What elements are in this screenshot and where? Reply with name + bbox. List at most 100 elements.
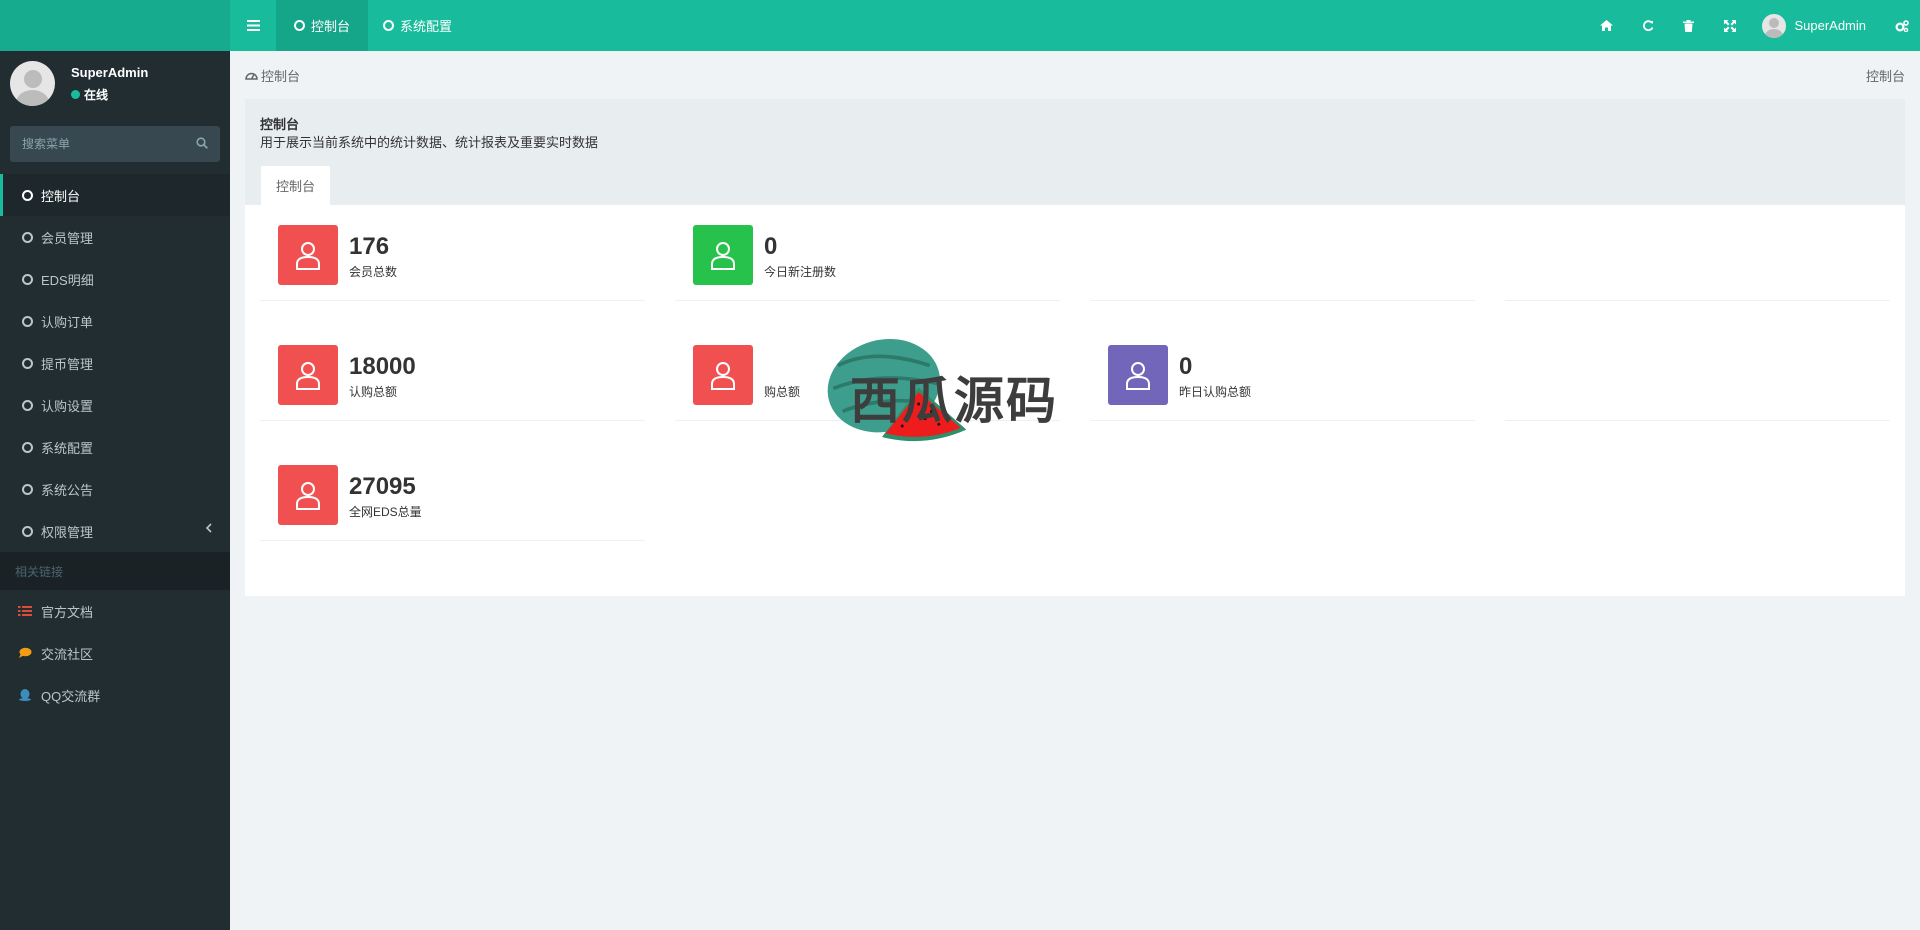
- sidebar-item-label: EDS明细: [41, 272, 94, 288]
- sidebar-item-label: 会员管理: [41, 230, 94, 246]
- user-icon: [1126, 362, 1150, 390]
- stat-icon-box: [278, 465, 338, 525]
- sidebar-link-label: QQ交流群: [41, 688, 101, 704]
- sidebar-link-docs[interactable]: 官方文档: [0, 590, 230, 632]
- stat-icon-box: [278, 345, 338, 405]
- stat-card: 0 昨日认购总额: [1090, 325, 1475, 421]
- circle-icon: [22, 525, 33, 537]
- circle-icon: [22, 231, 33, 243]
- search-input[interactable]: [10, 126, 185, 162]
- circle-icon: [294, 20, 305, 31]
- circle-icon: [22, 357, 33, 369]
- stat-icon-box: [278, 225, 338, 285]
- top-navbar: 控制台 系统配置 SuperAdmin: [0, 0, 1920, 51]
- avatar: [10, 61, 55, 106]
- sidebar-link-label: 官方文档: [41, 604, 94, 620]
- breadcrumb: 控制台: [245, 66, 300, 85]
- stat-value: 0: [1179, 353, 1193, 380]
- list-icon: [18, 606, 32, 616]
- circle-icon: [22, 399, 33, 411]
- dashboard-icon: [245, 72, 258, 80]
- panel-tab-dashboard[interactable]: 控制台: [261, 165, 330, 205]
- stat-card-empty: [1505, 325, 1890, 421]
- fullscreen-button[interactable]: [1709, 0, 1750, 51]
- user-icon: [296, 362, 320, 390]
- circle-icon: [22, 315, 33, 327]
- user-icon: [296, 482, 320, 510]
- sidebar-item-system-config[interactable]: 系统配置: [0, 426, 230, 468]
- hamburger-icon: [246, 20, 260, 31]
- sidebar-item-announcements[interactable]: 系统公告: [0, 468, 230, 510]
- stat-icon-box: [693, 225, 753, 285]
- stat-label: 昨日认购总额: [1179, 385, 1252, 399]
- home-button[interactable]: [1586, 0, 1627, 51]
- status-badge: 在线: [71, 86, 108, 103]
- stat-label: 今日新注册数: [764, 265, 837, 279]
- sidebar-item-label: 提币管理: [41, 356, 94, 372]
- menu-header: 相关链接: [0, 552, 230, 590]
- tab-label: 控制台: [311, 19, 351, 34]
- watermark-text: 西瓜源码: [850, 372, 1058, 430]
- sidebar-item-members[interactable]: 会员管理: [0, 216, 230, 258]
- user-menu[interactable]: SuperAdmin: [1750, 0, 1884, 51]
- online-dot-icon: [71, 90, 80, 99]
- stat-label: 会员总数: [349, 265, 398, 279]
- main-content: 控制台 控制台 控制台 用于展示当前系统中的统计数据、统计报表及重要实时数据 控…: [230, 51, 1920, 930]
- sidebar-item-label: 系统配置: [41, 440, 94, 456]
- sidebar-item-orders[interactable]: 认购订单: [0, 300, 230, 342]
- chevron-left-icon: [205, 523, 212, 533]
- stat-value: 18000: [349, 353, 416, 380]
- tab-system-config[interactable]: 系统配置: [365, 0, 470, 51]
- user-name: SuperAdmin: [1794, 18, 1866, 33]
- user-icon: [711, 242, 735, 270]
- panel-description: 用于展示当前系统中的统计数据、统计报表及重要实时数据: [260, 135, 599, 150]
- circle-icon: [22, 483, 33, 495]
- user-name: SuperAdmin: [71, 65, 149, 80]
- gears-icon: [1895, 19, 1909, 32]
- circle-icon: [22, 273, 33, 285]
- circle-icon: [383, 20, 394, 31]
- stat-label: 认购总额: [349, 385, 398, 399]
- stat-value: 176: [349, 233, 390, 260]
- circle-icon: [22, 441, 33, 453]
- comment-icon: [19, 647, 32, 658]
- stat-card-empty: [1090, 205, 1475, 301]
- sidebar-item-label: 控制台: [41, 188, 81, 204]
- top-right-toolbar: SuperAdmin: [1586, 0, 1920, 51]
- sidebar: SuperAdmin 在线 控制台 会员管理 EDS明细 认购订单 提币管理: [0, 51, 230, 930]
- expand-icon: [1723, 19, 1736, 32]
- panel-title: 控制台: [260, 117, 300, 132]
- sidebar-item-permissions[interactable]: 权限管理: [0, 510, 230, 552]
- sidebar-item-subscription-settings[interactable]: 认购设置: [0, 384, 230, 426]
- stat-card: 0 今日新注册数: [675, 205, 1060, 301]
- settings-button[interactable]: [1884, 0, 1920, 51]
- sidebar-item-label: 认购设置: [41, 398, 94, 414]
- panel-heading: 控制台 用于展示当前系统中的统计数据、统计报表及重要实时数据 控制台: [245, 99, 1905, 205]
- sidebar-toggle-button[interactable]: [230, 0, 276, 51]
- home-icon: [1600, 20, 1614, 31]
- menu-search: [10, 126, 220, 162]
- refresh-button[interactable]: [1627, 0, 1668, 51]
- stat-card: 27095 全网EDS总量: [260, 445, 645, 541]
- stat-card: 18000 认购总额: [260, 325, 645, 421]
- sidebar-item-label: 权限管理: [41, 524, 94, 540]
- avatar: [1762, 13, 1787, 38]
- sidebar-item-dashboard[interactable]: 控制台: [0, 174, 230, 216]
- sidebar-item-withdraw[interactable]: 提币管理: [0, 342, 230, 384]
- refresh-icon: [1642, 19, 1654, 31]
- stat-value: 0: [764, 233, 778, 260]
- sidebar-link-community[interactable]: 交流社区: [0, 632, 230, 674]
- stat-value: 27095: [349, 473, 416, 500]
- user-panel: SuperAdmin 在线: [0, 51, 230, 121]
- clear-cache-button[interactable]: [1668, 0, 1709, 51]
- search-icon[interactable]: [196, 137, 208, 149]
- sidebar-item-eds-detail[interactable]: EDS明细: [0, 258, 230, 300]
- breadcrumb-label[interactable]: 控制台: [261, 66, 300, 85]
- tab-dashboard[interactable]: 控制台: [276, 0, 369, 51]
- stat-card: 176 会员总数: [260, 205, 645, 301]
- sidebar-item-label: 认购订单: [41, 314, 94, 330]
- user-icon: [296, 242, 320, 270]
- stat-card-empty: [1505, 205, 1890, 301]
- sidebar-menu: 控制台 会员管理 EDS明细 认购订单 提币管理 认购设置 系统配置 系统公告: [0, 174, 230, 716]
- sidebar-link-qq-group[interactable]: QQ交流群: [0, 674, 230, 716]
